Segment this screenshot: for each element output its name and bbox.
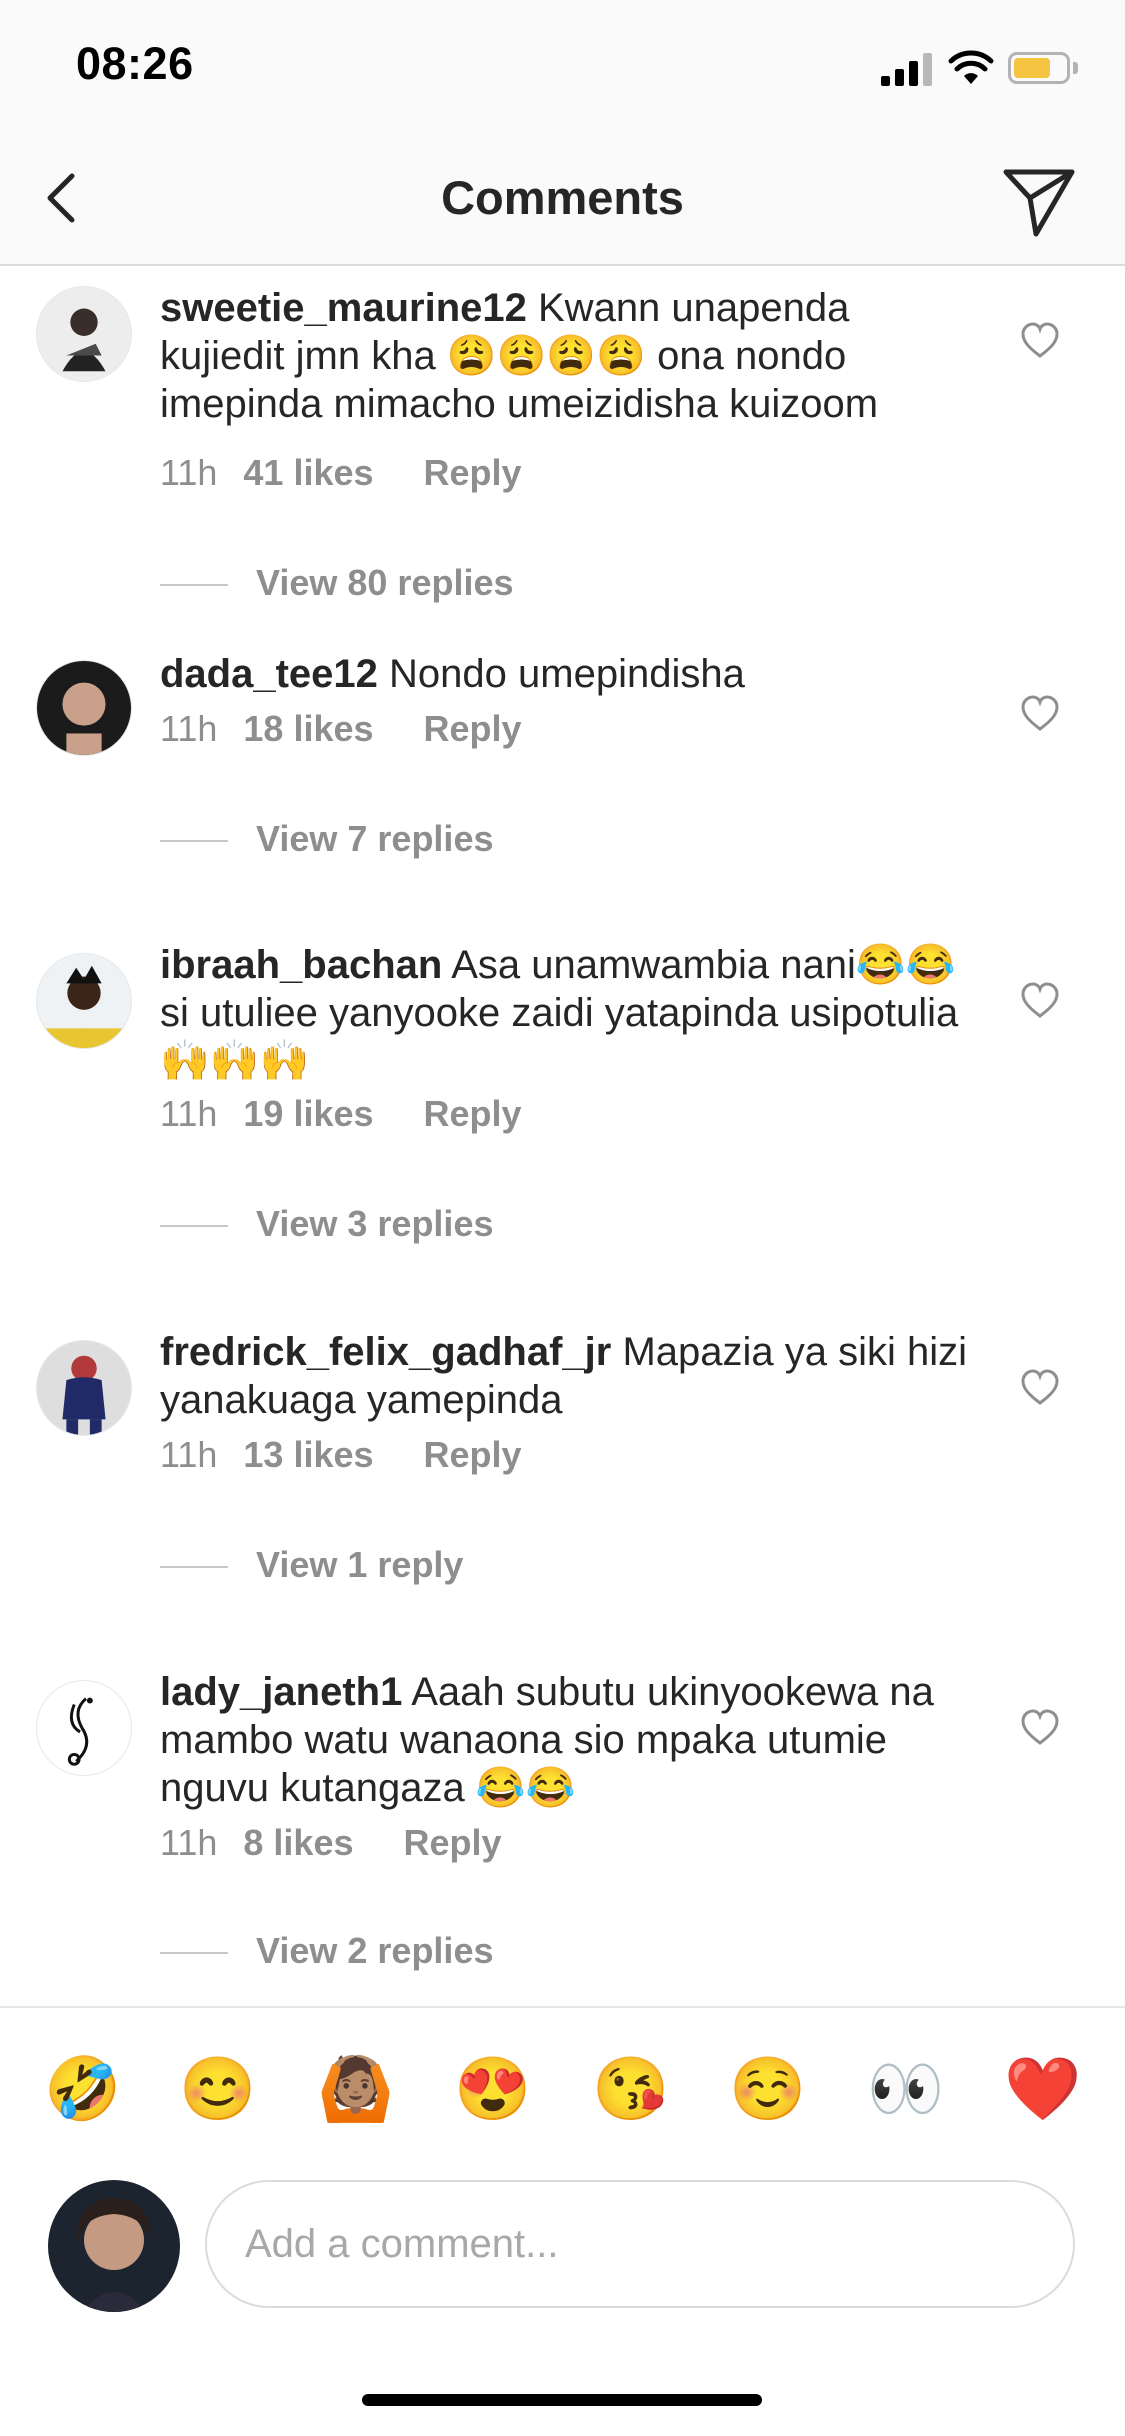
reply-button[interactable]: Reply [424,708,522,749]
replies-divider [160,584,228,587]
view-replies-button[interactable]: View 1 reply [160,1544,463,1586]
view-replies-button[interactable]: View 2 replies [160,1930,493,1972]
comment-body: ibraah_bachan Asa unamwambia nani😂😂si ut… [160,941,980,1085]
page-title: Comments [441,171,684,224]
comment-meta: 11h 41 likes Reply [160,452,522,494]
comment-username[interactable]: dada_tee12 [160,652,378,696]
comment-time: 11h [160,452,218,493]
emoji-smile-button[interactable]: 😊 [178,2050,258,2130]
replies-divider [160,1566,228,1569]
avatar[interactable] [36,1680,132,1776]
heart-icon[interactable] [1020,321,1060,361]
comment-input[interactable] [205,2180,1075,2308]
comment-likes[interactable]: 18 likes [243,708,373,749]
view-replies-label: View 1 reply [256,1544,464,1585]
heart-icon[interactable] [1020,1368,1060,1408]
emoji-rofl-button[interactable]: 🤣 [43,2050,123,2130]
avatar[interactable] [36,286,132,382]
comment-body: dada_tee12 Nondo umepindisha [160,650,980,698]
replies-divider [160,1952,228,1955]
comment-meta: 11h 8 likes Reply [160,1822,502,1864]
view-replies-button[interactable]: View 80 replies [160,562,514,604]
heart-icon[interactable] [1020,1708,1060,1748]
avatar[interactable] [36,1340,132,1436]
view-replies-button[interactable]: View 3 replies [160,1203,493,1245]
avatar[interactable] [36,660,132,756]
comment-body: fredrick_felix_gadhaf_jr Mapazia ya siki… [160,1328,980,1424]
comment-username[interactable]: lady_janeth1 [160,1670,402,1714]
comment-meta: 11h 19 likes Reply [160,1093,522,1135]
cellular-signal-icon [881,52,935,86]
status-bar: 08:26 [0,0,1125,132]
emoji-eyes-button[interactable]: 👀 [866,2050,946,2130]
avatar[interactable] [36,953,132,1049]
comment-likes[interactable]: 19 likes [243,1093,373,1134]
reply-button[interactable]: Reply [424,452,522,493]
wifi-icon [948,50,994,84]
comment-likes[interactable]: 41 likes [243,452,373,493]
comment-time: 11h [160,1434,218,1475]
comment-list[interactable]: sweetie_maurine12 Kwann unapenda kujiedi… [0,266,1125,2006]
comment-likes[interactable]: 13 likes [243,1434,373,1475]
home-indicator[interactable] [362,2394,762,2406]
replies-divider [160,840,228,843]
emoji-ok-gesture-button[interactable]: 🙆🏽 [316,2050,396,2130]
comment-time: 11h [160,708,218,749]
heart-icon[interactable] [1020,694,1060,734]
status-time: 08:26 [76,38,194,89]
comment-meta: 11h 13 likes Reply [160,1434,522,1476]
emoji-red-heart-button[interactable]: ❤️ [1003,2050,1083,2130]
view-replies-label: View 3 replies [256,1203,494,1244]
comment-body: sweetie_maurine12 Kwann unapenda kujiedi… [160,284,980,428]
view-replies-button[interactable]: View 7 replies [160,818,493,860]
replies-divider [160,1225,228,1228]
reply-button[interactable]: Reply [424,1434,522,1475]
battery-icon [1008,52,1070,84]
view-replies-label: View 2 replies [256,1930,494,1971]
emoji-kiss-button[interactable]: 😘 [591,2050,671,2130]
comment-body: lady_janeth1 Aaah subutu ukinyookewa na … [160,1668,980,1812]
comment-likes[interactable]: 8 likes [243,1822,353,1863]
emoji-heart-eyes-button[interactable]: 😍 [453,2050,533,2130]
view-replies-label: View 80 replies [256,562,514,603]
comment-time: 11h [160,1822,218,1863]
my-avatar[interactable] [48,2180,180,2312]
battery-cap [1073,62,1078,74]
reply-button[interactable]: Reply [424,1093,522,1134]
comment-meta: 11h 18 likes Reply [160,708,522,750]
emoji-blush-button[interactable]: ☺️ [728,2050,808,2130]
reply-button[interactable]: Reply [404,1822,502,1863]
comment-time: 11h [160,1093,218,1134]
comment-username[interactable]: sweetie_maurine12 [160,286,527,330]
view-replies-label: View 7 replies [256,818,494,859]
send-direct-icon[interactable] [996,156,1080,240]
nav-bar: Comments [0,132,1125,266]
comment-username[interactable]: fredrick_felix_gadhaf_jr [160,1330,611,1374]
comment-text: Nondo umepindisha [389,652,745,696]
emoji-quick-bar: 🤣 😊 🙆🏽 😍 😘 ☺️ 👀 ❤️ [0,2006,1125,2178]
comment-username[interactable]: ibraah_bachan [160,943,442,987]
heart-icon[interactable] [1020,981,1060,1021]
